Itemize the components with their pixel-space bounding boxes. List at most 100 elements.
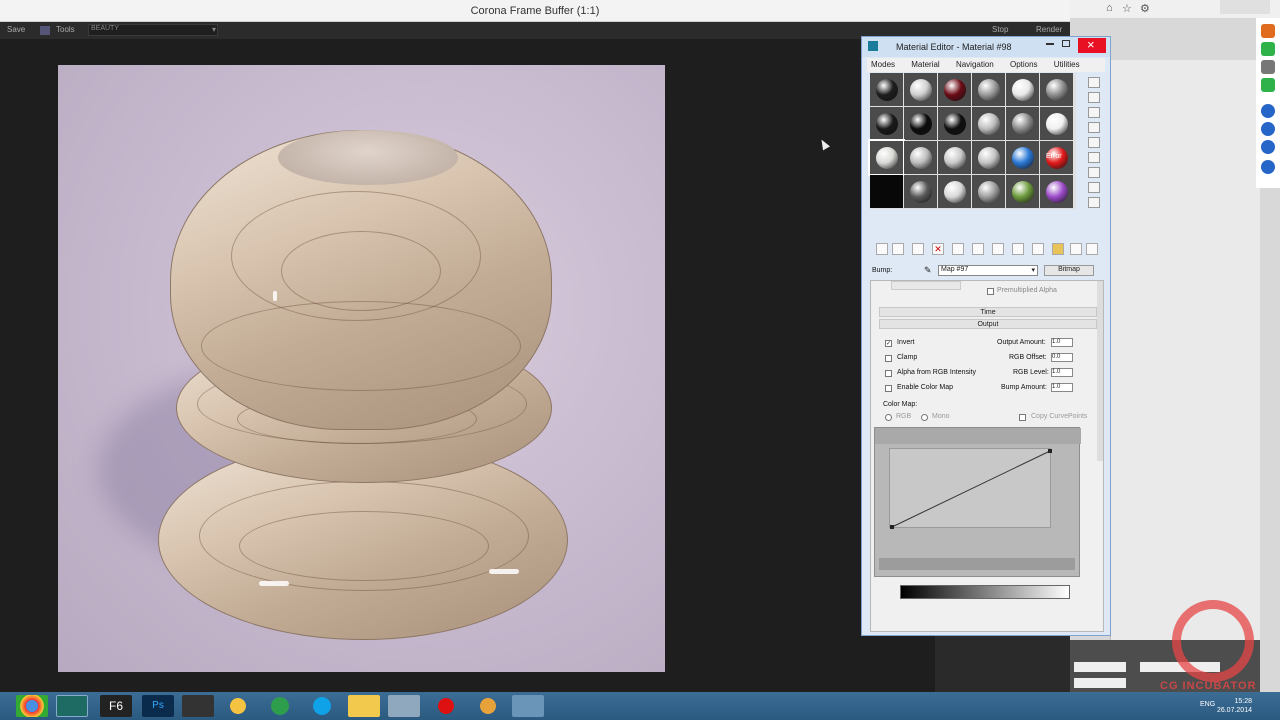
menu-navigation[interactable]: Navigation [956, 60, 994, 69]
maximize-icon[interactable] [1062, 40, 1070, 47]
close-button[interactable] [1078, 37, 1106, 53]
key-filters-button[interactable] [1074, 678, 1126, 688]
options-icon[interactable] [1088, 167, 1100, 178]
mono-radio[interactable] [921, 414, 928, 421]
render-button[interactable]: Render [1036, 25, 1062, 34]
video-check-icon[interactable] [1088, 137, 1100, 148]
sample-slot[interactable] [904, 73, 937, 106]
chrome-icon[interactable] [16, 695, 48, 717]
menu-options[interactable]: Options [1010, 60, 1038, 69]
menu-material[interactable]: Material [911, 60, 939, 69]
clamp-checkbox[interactable] [885, 355, 892, 362]
language-indicator[interactable]: ENG [1200, 701, 1215, 708]
sample-slot[interactable] [904, 107, 937, 140]
stop-button[interactable]: Stop [992, 25, 1008, 34]
blue-app-icon-4[interactable] [1261, 160, 1275, 174]
sample-slot[interactable] [1006, 107, 1039, 140]
save-button[interactable]: Save [7, 25, 25, 34]
menu-modes[interactable]: Modes [871, 60, 895, 69]
blue-app-icon-3[interactable] [1261, 140, 1275, 154]
game-icon[interactable] [472, 695, 504, 717]
rgb-offset-field[interactable]: 0.0 [1051, 353, 1073, 362]
background-icon[interactable] [1088, 107, 1100, 118]
make-unique-icon[interactable] [972, 243, 984, 255]
explorer-icon[interactable] [348, 695, 380, 717]
channel-dropdown[interactable]: BEAUTY [88, 24, 218, 36]
sample-slot[interactable] [1006, 141, 1039, 174]
gray-app-icon[interactable] [1261, 60, 1275, 74]
get-material-icon[interactable] [876, 243, 888, 255]
premultiplied-checkbox[interactable] [987, 288, 994, 295]
show-shaded-icon[interactable] [1032, 243, 1044, 255]
chevron-down-icon[interactable]: ▾ [212, 25, 216, 34]
minimize-icon[interactable] [1046, 43, 1054, 45]
f6-icon[interactable]: F6 [100, 695, 132, 717]
delete-icon[interactable]: ✕ [932, 243, 944, 255]
recorder-icon[interactable] [430, 695, 462, 717]
media-player-icon[interactable] [222, 695, 254, 717]
3dsmax-icon[interactable] [56, 695, 88, 717]
sample-slot[interactable] [870, 175, 903, 208]
sample-slot[interactable] [1006, 73, 1039, 106]
map-name-field[interactable]: Map #97 ▾ [938, 265, 1038, 276]
reload-button[interactable] [891, 281, 961, 290]
menu-utilities[interactable]: Utilities [1054, 60, 1080, 69]
sample-slot[interactable] [972, 141, 1005, 174]
sample-type-icon[interactable] [1088, 77, 1100, 88]
select-by-material-icon[interactable] [1088, 182, 1100, 193]
sample-slot[interactable] [972, 107, 1005, 140]
go-to-parent-icon[interactable] [1070, 243, 1082, 255]
make-preview-icon[interactable] [1088, 152, 1100, 163]
sample-slot[interactable] [1006, 175, 1039, 208]
green-app-icon-2[interactable] [1261, 78, 1275, 92]
sample-slot[interactable] [904, 175, 937, 208]
sample-slot[interactable]: Error [1040, 141, 1073, 174]
blue-app-icon[interactable] [1261, 104, 1275, 118]
utorrent-icon[interactable] [264, 695, 296, 717]
sample-slot[interactable] [1040, 175, 1073, 208]
sample-slot[interactable] [972, 175, 1005, 208]
key-filter-dropdown[interactable] [1074, 662, 1126, 672]
sample-slot[interactable] [972, 73, 1005, 106]
material-id-icon[interactable] [1012, 243, 1024, 255]
put-to-scene-icon[interactable] [892, 243, 904, 255]
orange-app-icon[interactable] [1261, 24, 1275, 38]
settings-icon[interactable]: ⚙ [1140, 2, 1150, 15]
output-amount-field[interactable]: 1.0 [1051, 338, 1073, 347]
enable-color-map-checkbox[interactable] [885, 385, 892, 392]
invert-checkbox[interactable]: ✓ [885, 340, 892, 347]
skype-icon[interactable] [306, 695, 338, 717]
sample-slot[interactable] [868, 139, 905, 176]
eyedropper-icon[interactable]: ✎ [924, 265, 932, 276]
curve-graph[interactable] [889, 448, 1052, 529]
output-rollout[interactable]: Output [879, 319, 1097, 329]
map-type-button[interactable]: Bitmap [1044, 265, 1094, 276]
blue-app-icon-2[interactable] [1261, 122, 1275, 136]
sample-slot[interactable] [904, 141, 937, 174]
go-forward-icon[interactable] [1086, 243, 1098, 255]
photoshop-icon[interactable]: Ps [142, 695, 174, 717]
tools-icon[interactable] [40, 26, 50, 35]
sample-slot[interactable] [938, 175, 971, 208]
tools-button[interactable]: Tools [56, 25, 75, 34]
green-app-icon[interactable] [1261, 42, 1275, 56]
clock[interactable]: 15:28 26.07.2014 [1217, 697, 1252, 715]
sample-slot[interactable] [1040, 73, 1073, 106]
copy-curvepoints-checkbox[interactable] [1019, 414, 1026, 421]
sample-slot[interactable] [870, 73, 903, 106]
rgb-radio[interactable] [885, 414, 892, 421]
show-end-result-icon[interactable] [1052, 243, 1064, 255]
put-to-library-icon[interactable] [992, 243, 1004, 255]
material-map-navigator-icon[interactable] [1088, 197, 1100, 208]
terminal-icon[interactable] [182, 695, 214, 717]
home-icon[interactable]: ⌂ [1106, 2, 1113, 14]
uv-tiling-icon[interactable] [1088, 122, 1100, 133]
time-rollout[interactable]: Time [879, 307, 1097, 317]
assign-material-icon[interactable] [912, 243, 924, 255]
sample-slot[interactable] [938, 141, 971, 174]
sample-slot[interactable] [938, 73, 971, 106]
panel-scrollbar[interactable] [1097, 281, 1103, 461]
star-icon[interactable]: ☆ [1122, 2, 1132, 15]
backlight-icon[interactable] [1088, 92, 1100, 103]
sample-slot[interactable] [1040, 107, 1073, 140]
